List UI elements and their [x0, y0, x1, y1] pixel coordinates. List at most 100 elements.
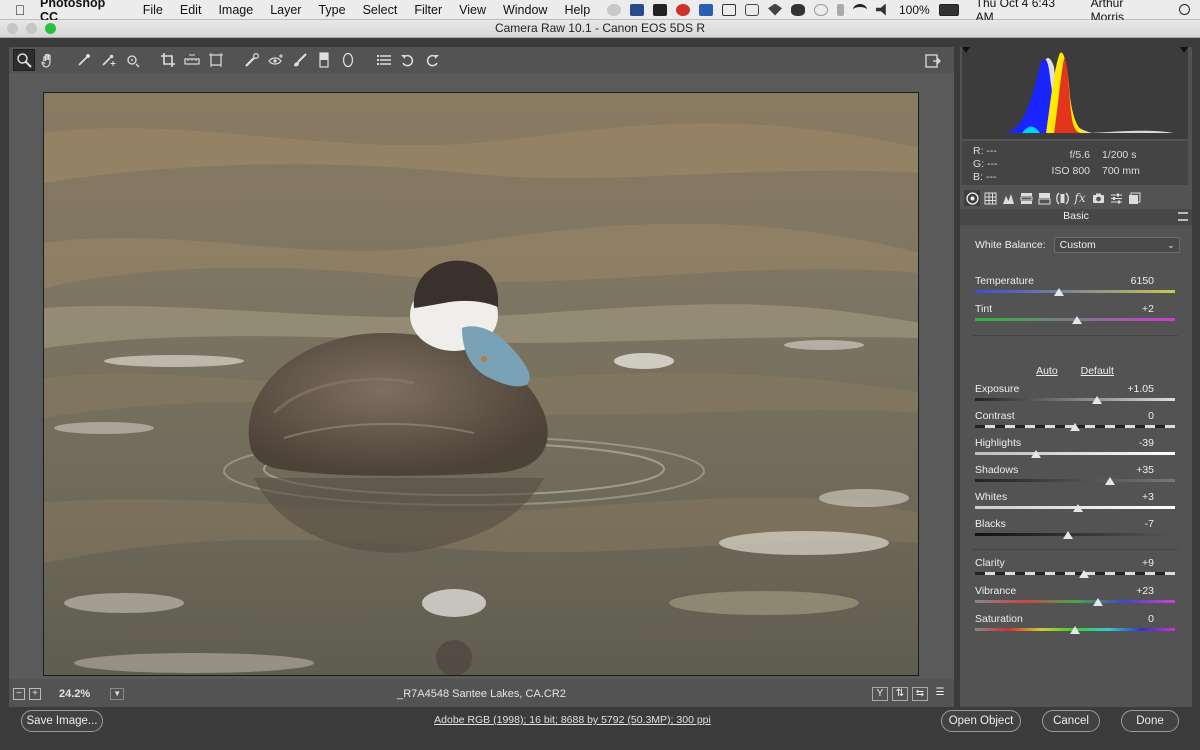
shield-icon[interactable]: [745, 3, 760, 16]
shadows-slider[interactable]: Shadows +35: [975, 464, 1176, 490]
slider-thumb[interactable]: [1063, 531, 1073, 539]
rotate-cw-button[interactable]: [421, 49, 443, 71]
spotlight-search-icon[interactable]: [1178, 4, 1190, 15]
slider-value[interactable]: 0: [1114, 410, 1154, 422]
menu-view[interactable]: View: [459, 3, 486, 17]
temperature-slider[interactable]: Temperature 6150: [975, 275, 1176, 301]
targeted-adjustment-tool-button[interactable]: [121, 49, 143, 71]
slider-track[interactable]: [975, 479, 1175, 482]
slider-thumb[interactable]: [1105, 477, 1115, 485]
red-eye-tool-button[interactable]: [265, 49, 287, 71]
preview-settings-icon[interactable]: ☰: [932, 687, 948, 701]
menu-select[interactable]: Select: [363, 3, 398, 17]
close-window-button[interactable]: [7, 23, 18, 34]
red-app-icon[interactable]: [676, 3, 691, 16]
blacks-slider[interactable]: Blacks -7: [975, 518, 1176, 544]
zoom-tool-button[interactable]: [13, 49, 35, 71]
tab-tone-curve[interactable]: [982, 190, 998, 206]
menu-window[interactable]: Window: [503, 3, 547, 17]
slider-thumb[interactable]: [1031, 450, 1041, 458]
clarity-slider[interactable]: Clarity +9: [975, 557, 1176, 583]
vibrance-slider[interactable]: Vibrance +23: [975, 585, 1176, 611]
straighten-tool-button[interactable]: [181, 49, 203, 71]
exposure-slider[interactable]: Exposure +1.05: [975, 383, 1176, 409]
slider-thumb[interactable]: [1079, 570, 1089, 578]
saturation-slider[interactable]: Saturation 0: [975, 613, 1176, 639]
slider-value[interactable]: +23: [1114, 585, 1154, 597]
white-balance-tool-button[interactable]: [73, 49, 95, 71]
before-after-button[interactable]: Y: [872, 687, 888, 701]
c-app-icon[interactable]: [722, 3, 737, 16]
slider-value[interactable]: +2: [1114, 303, 1154, 315]
dropbox-icon[interactable]: [768, 3, 783, 16]
slider-track[interactable]: [975, 572, 1175, 575]
cloud-icon[interactable]: [630, 3, 645, 16]
wifi-icon[interactable]: [853, 3, 867, 16]
tab-detail[interactable]: [1000, 190, 1016, 206]
tint-slider[interactable]: Tint +2: [975, 303, 1176, 329]
time-machine-icon[interactable]: [814, 3, 829, 16]
slider-thumb[interactable]: [1070, 423, 1080, 431]
minimize-window-button[interactable]: [26, 23, 37, 34]
tab-effects[interactable]: fx: [1072, 190, 1088, 206]
apple-menu-icon[interactable]: : [0, 2, 40, 18]
volume-icon[interactable]: [876, 3, 886, 16]
tab-snapshots[interactable]: [1126, 190, 1142, 206]
graduated-filter-tool-button[interactable]: [313, 49, 335, 71]
slider-track[interactable]: [975, 533, 1175, 536]
slider-track[interactable]: [975, 452, 1175, 455]
menu-image[interactable]: Image: [218, 3, 253, 17]
slider-thumb[interactable]: [1093, 598, 1103, 606]
rotate-ccw-button[interactable]: [397, 49, 419, 71]
slider-thumb[interactable]: [1070, 626, 1080, 634]
slider-value[interactable]: +9: [1114, 557, 1154, 569]
copy-settings-button[interactable]: ⇆: [912, 687, 928, 701]
crop-tool-button[interactable]: [157, 49, 179, 71]
adjustment-brush-tool-button[interactable]: [289, 49, 311, 71]
swap-settings-button[interactable]: ⇅: [892, 687, 908, 701]
slider-track[interactable]: [975, 600, 1175, 603]
tab-basic[interactable]: [964, 190, 980, 206]
tab-camera-calibration[interactable]: [1090, 190, 1106, 206]
slider-track[interactable]: [975, 290, 1175, 293]
image-canvas[interactable]: [9, 73, 954, 679]
slider-track[interactable]: [975, 398, 1175, 401]
slider-thumb[interactable]: [1054, 288, 1064, 296]
transform-tool-button[interactable]: [205, 49, 227, 71]
slider-value[interactable]: 6150: [1114, 275, 1154, 287]
preview-photo[interactable]: [43, 92, 919, 676]
bluetooth-icon[interactable]: [837, 3, 845, 16]
menu-extra-icon[interactable]: [607, 3, 622, 16]
default-button[interactable]: Default: [1081, 365, 1114, 377]
slider-thumb[interactable]: [1072, 316, 1082, 324]
preferences-button[interactable]: [373, 49, 395, 71]
binoculars-icon[interactable]: [791, 3, 806, 16]
menu-edit[interactable]: Edit: [180, 3, 202, 17]
tab-hsl[interactable]: [1018, 190, 1034, 206]
menu-layer[interactable]: Layer: [270, 3, 301, 17]
done-button[interactable]: Done: [1121, 710, 1179, 732]
menu-help[interactable]: Help: [564, 3, 590, 17]
slider-value[interactable]: +1.05: [1114, 383, 1154, 395]
menu-type[interactable]: Type: [318, 3, 345, 17]
open-object-button[interactable]: Open Object: [941, 710, 1021, 732]
color-sampler-tool-button[interactable]: [97, 49, 119, 71]
menu-filter[interactable]: Filter: [414, 3, 442, 17]
slider-value[interactable]: 0: [1114, 613, 1154, 625]
slider-thumb[interactable]: [1092, 396, 1102, 404]
slider-thumb[interactable]: [1073, 504, 1083, 512]
slider-value[interactable]: +3: [1114, 491, 1154, 503]
panel-menu-icon[interactable]: [1178, 212, 1188, 221]
tab-split-toning[interactable]: [1036, 190, 1052, 206]
menu-file[interactable]: File: [143, 3, 163, 17]
tab-presets[interactable]: [1108, 190, 1124, 206]
auto-button[interactable]: Auto: [1036, 365, 1058, 377]
whites-slider[interactable]: Whites +3: [975, 491, 1176, 517]
contrast-slider[interactable]: Contrast 0: [975, 410, 1176, 436]
tab-lens-corrections[interactable]: [1054, 190, 1070, 206]
zoom-window-button[interactable]: [45, 23, 56, 34]
cancel-button[interactable]: Cancel: [1042, 710, 1100, 732]
battery-icon[interactable]: [938, 3, 959, 16]
slider-value[interactable]: -39: [1114, 437, 1154, 449]
dark-app-icon[interactable]: [653, 3, 668, 16]
